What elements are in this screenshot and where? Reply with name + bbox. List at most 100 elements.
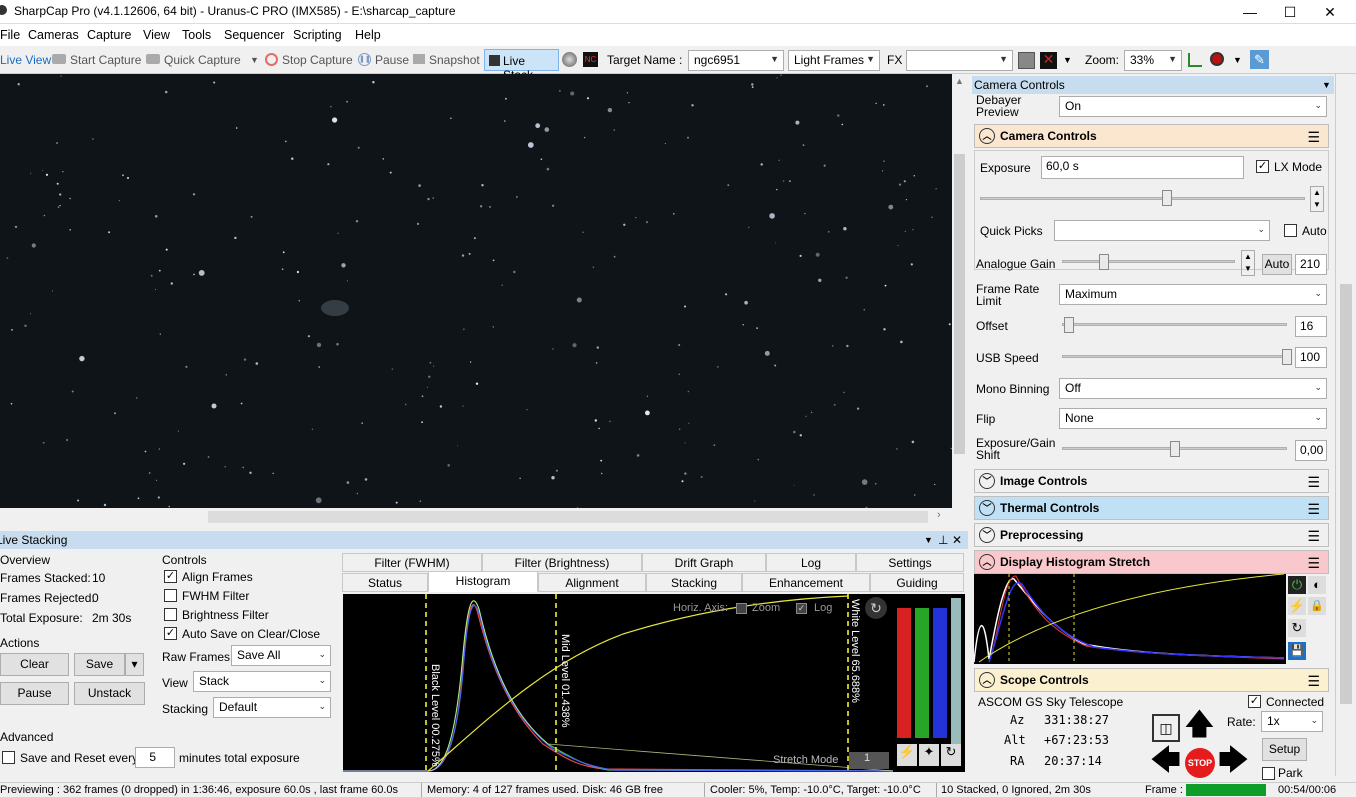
quick-capture-button[interactable]: Quick Capture [164,53,241,67]
h-scroll-thumb[interactable] [208,511,928,523]
expand-chevron-icon[interactable]: ﹀ [979,500,995,516]
panel-dropdown-icon[interactable]: ▼ [1322,76,1331,94]
menu-tools[interactable]: Tools [182,28,211,42]
menu-scripting[interactable]: Scripting [293,28,342,42]
lock-icon[interactable]: 🔒 [1308,597,1326,615]
section-menu-icon[interactable]: ☰ [1307,670,1320,692]
exposure-stepper[interactable]: ▲ ▼ [1310,186,1324,212]
collapse-chevron-icon[interactable]: ︿ [979,128,995,144]
menu-file[interactable]: File [0,28,20,42]
display-histogram-section[interactable]: ︿ Display Histogram Stretch ☰ [974,550,1329,574]
save-reset-checkbox[interactable] [2,751,15,764]
analogue-gain-stepper[interactable]: ▲ ▼ [1241,250,1255,276]
collapse-chevron-icon[interactable]: ︿ [979,554,995,570]
snapshot-button[interactable]: Snapshot [429,53,480,67]
quick-picks-select[interactable]: ⌄ [1054,220,1270,241]
expand-chevron-icon[interactable]: ﹀ [979,473,995,489]
lum-slider[interactable] [951,598,961,748]
flip-select[interactable]: None ⌄ [1059,408,1327,429]
save-button[interactable]: Save [74,653,125,676]
pause-stack-button[interactable]: Pause [0,682,69,705]
stretch-mode-select[interactable]: 1 [849,752,889,769]
menu-help[interactable]: Help [355,28,381,42]
menu-capture[interactable]: Capture [87,28,131,42]
connected-checkbox[interactable]: ✓ [1248,695,1261,708]
preprocessing-section[interactable]: ﹀ Preprocessing ☰ [974,523,1329,547]
star-stretch-icon[interactable]: ✦ [919,744,939,766]
tracking-icon[interactable]: ◫ [1152,714,1180,742]
debayer-select[interactable]: On ⌄ [1059,96,1327,117]
auto-save-checkbox[interactable]: ✓ [164,627,177,640]
annotate-icon[interactable]: ✎ [1250,50,1269,69]
tab-filter-fwhm[interactable]: Filter (FWHM) [342,553,482,572]
reticle-icon[interactable] [1018,52,1035,69]
offset-input[interactable]: 16 [1295,316,1327,337]
stop-capture-button[interactable]: Stop Capture [282,53,353,67]
align-frames-checkbox[interactable]: ✓ [164,570,177,583]
section-menu-icon[interactable]: ☰ [1307,552,1320,574]
frame-rate-select[interactable]: Maximum ⌄ [1059,284,1327,305]
focus-dropdown-icon[interactable]: ▼ [1233,55,1242,65]
brightness-filter-checkbox[interactable] [164,608,177,621]
display-histogram-chart[interactable] [973,573,1286,664]
focus-icon[interactable] [1210,52,1224,66]
menu-view[interactable]: View [143,28,170,42]
setup-button[interactable]: Setup [1262,738,1307,761]
viewport-horizontal-scrollbar[interactable]: › [0,508,952,526]
mono-binning-select[interactable]: Off ⌄ [1059,378,1327,399]
globe-icon[interactable] [562,52,577,67]
analogue-gain-auto-button[interactable]: Auto [1262,254,1292,275]
tab-stacking[interactable]: Stacking [646,573,742,592]
offset-thumb[interactable] [1064,317,1074,333]
section-menu-icon[interactable]: ☰ [1307,471,1320,493]
tab-filter-brightness[interactable]: Filter (Brightness) [482,553,642,572]
menu-sequencer[interactable]: Sequencer [224,28,284,42]
section-menu-icon[interactable]: ☰ [1307,525,1320,547]
histogram-icon[interactable] [1188,53,1202,67]
reset-icon[interactable]: ↻ [1288,619,1306,637]
pin-icon[interactable]: ⊥ [938,531,948,549]
tab-status[interactable]: Status [342,573,428,592]
nc-icon[interactable]: NC [583,52,598,67]
usb-speed-input[interactable]: 100 [1295,347,1327,368]
expand-chevron-icon[interactable]: ﹀ [979,527,995,543]
reset-balance-icon[interactable]: ↻ [941,744,961,766]
image-viewport[interactable] [0,74,953,509]
menu-cameras[interactable]: Cameras [28,28,79,42]
image-controls-section[interactable]: ﹀ Image Controls ☰ [974,469,1329,493]
lx-mode-checkbox[interactable]: ✓ [1256,160,1269,173]
viewport-vertical-scrollbar[interactable]: ▲ [952,74,967,508]
analogue-gain-thumb[interactable] [1099,254,1109,270]
analogue-gain-input[interactable]: 210 [1295,254,1327,275]
maximize-button[interactable]: ☐ [1270,0,1310,24]
green-slider[interactable] [915,608,929,738]
move-north-icon[interactable]: 🡅 [1184,710,1215,740]
tab-alignment[interactable]: Alignment [538,573,646,592]
move-east-icon[interactable]: 🡆 [1218,746,1249,776]
close-button[interactable]: ✕ [1310,0,1350,24]
live-stack-button[interactable]: Live Stack [484,49,559,82]
panel-menu-icon[interactable]: ▼ [924,531,933,549]
exposure-slider[interactable] [980,197,1305,200]
pause-button[interactable]: Pause [375,53,409,67]
live-view-button[interactable]: Live View [0,53,51,67]
exposure-input[interactable]: 60,0 s [1041,156,1244,179]
unstack-button[interactable]: Unstack [74,682,145,705]
fwhm-filter-checkbox[interactable] [164,589,177,602]
grid-overlay-icon[interactable]: ✕ [1040,52,1057,69]
camera-controls-section[interactable]: ︿ Camera Controls ☰ [974,124,1329,148]
power-icon[interactable]: ⏻ [1288,576,1306,594]
tab-log[interactable]: Log [766,553,856,572]
exp-gain-shift-thumb[interactable] [1170,441,1180,457]
scroll-up-icon[interactable]: ▲ [955,76,964,86]
analogue-gain-slider[interactable] [1062,260,1235,263]
stacking-select[interactable]: Default ⌄ [213,697,331,718]
usb-speed-thumb[interactable] [1282,349,1292,365]
tab-guiding[interactable]: Guiding [870,573,964,592]
panel-close-icon[interactable]: ✕ [952,531,962,549]
offset-slider[interactable] [1062,323,1287,326]
frame-type-select[interactable]: Light Frames ▼ [788,50,880,71]
tab-drift-graph[interactable]: Drift Graph [642,553,766,572]
target-name-input[interactable]: ngc6951 ▼ [688,50,784,71]
tab-histogram[interactable]: Histogram [428,571,538,592]
